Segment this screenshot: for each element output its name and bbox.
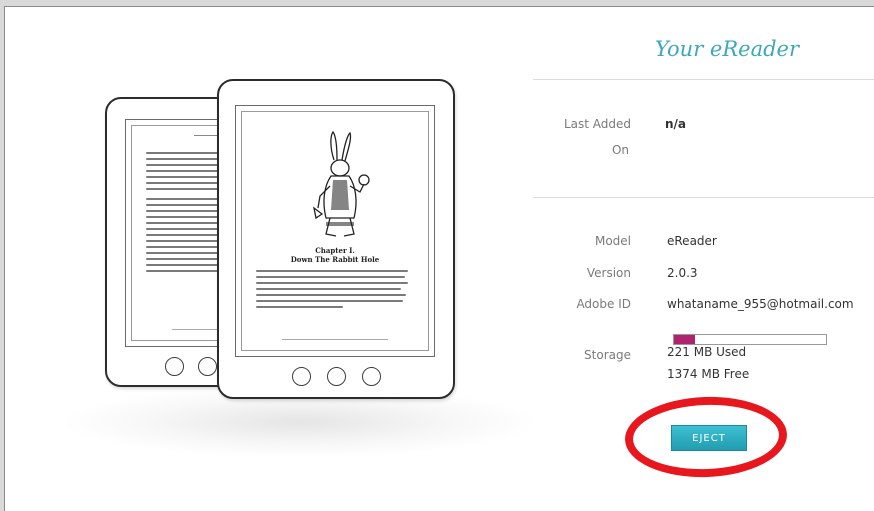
device-button-icon bbox=[198, 357, 217, 376]
eject-button[interactable]: EJECT bbox=[671, 425, 747, 451]
divider bbox=[533, 79, 874, 80]
divider bbox=[533, 197, 874, 198]
storage-used-text: 221 MB Used bbox=[667, 345, 747, 359]
model-value: eReader bbox=[667, 234, 717, 248]
page-text-lines bbox=[256, 270, 414, 312]
storage-free-text: 1374 MB Free bbox=[667, 367, 750, 381]
device-button-icon bbox=[291, 367, 311, 386]
device-button-icon bbox=[165, 357, 184, 376]
last-added-value: n/a bbox=[665, 117, 687, 131]
version-value: 2.0.3 bbox=[667, 266, 698, 280]
white-rabbit-illustration-icon bbox=[313, 130, 370, 237]
storage-label: Storage bbox=[584, 348, 631, 362]
model-label: Model bbox=[594, 234, 631, 248]
ereader-panel: Chapter I. Down The Rabbit Hole Your eRe… bbox=[4, 6, 874, 511]
device-screen-front: Chapter I. Down The Rabbit Hole bbox=[235, 105, 435, 357]
book-page-front: Chapter I. Down The Rabbit Hole bbox=[241, 111, 429, 351]
last-added-label: Last Added On bbox=[563, 117, 631, 157]
ereader-illustration: Chapter I. Down The Rabbit Hole bbox=[5, 7, 535, 511]
chapter-number: Chapter I. bbox=[315, 246, 355, 255]
version-label: Version bbox=[586, 266, 631, 280]
panel-title: Your eReader bbox=[655, 37, 800, 61]
device-button-icon bbox=[326, 367, 346, 386]
adobe-id-value: whataname_955@hotmail.com bbox=[667, 297, 854, 311]
device-button-icon bbox=[361, 367, 381, 386]
ereader-device-front: Chapter I. Down The Rabbit Hole bbox=[217, 79, 455, 399]
adobe-id-label: Adobe ID bbox=[576, 297, 631, 311]
chapter-title: Down The Rabbit Hole bbox=[290, 255, 380, 264]
